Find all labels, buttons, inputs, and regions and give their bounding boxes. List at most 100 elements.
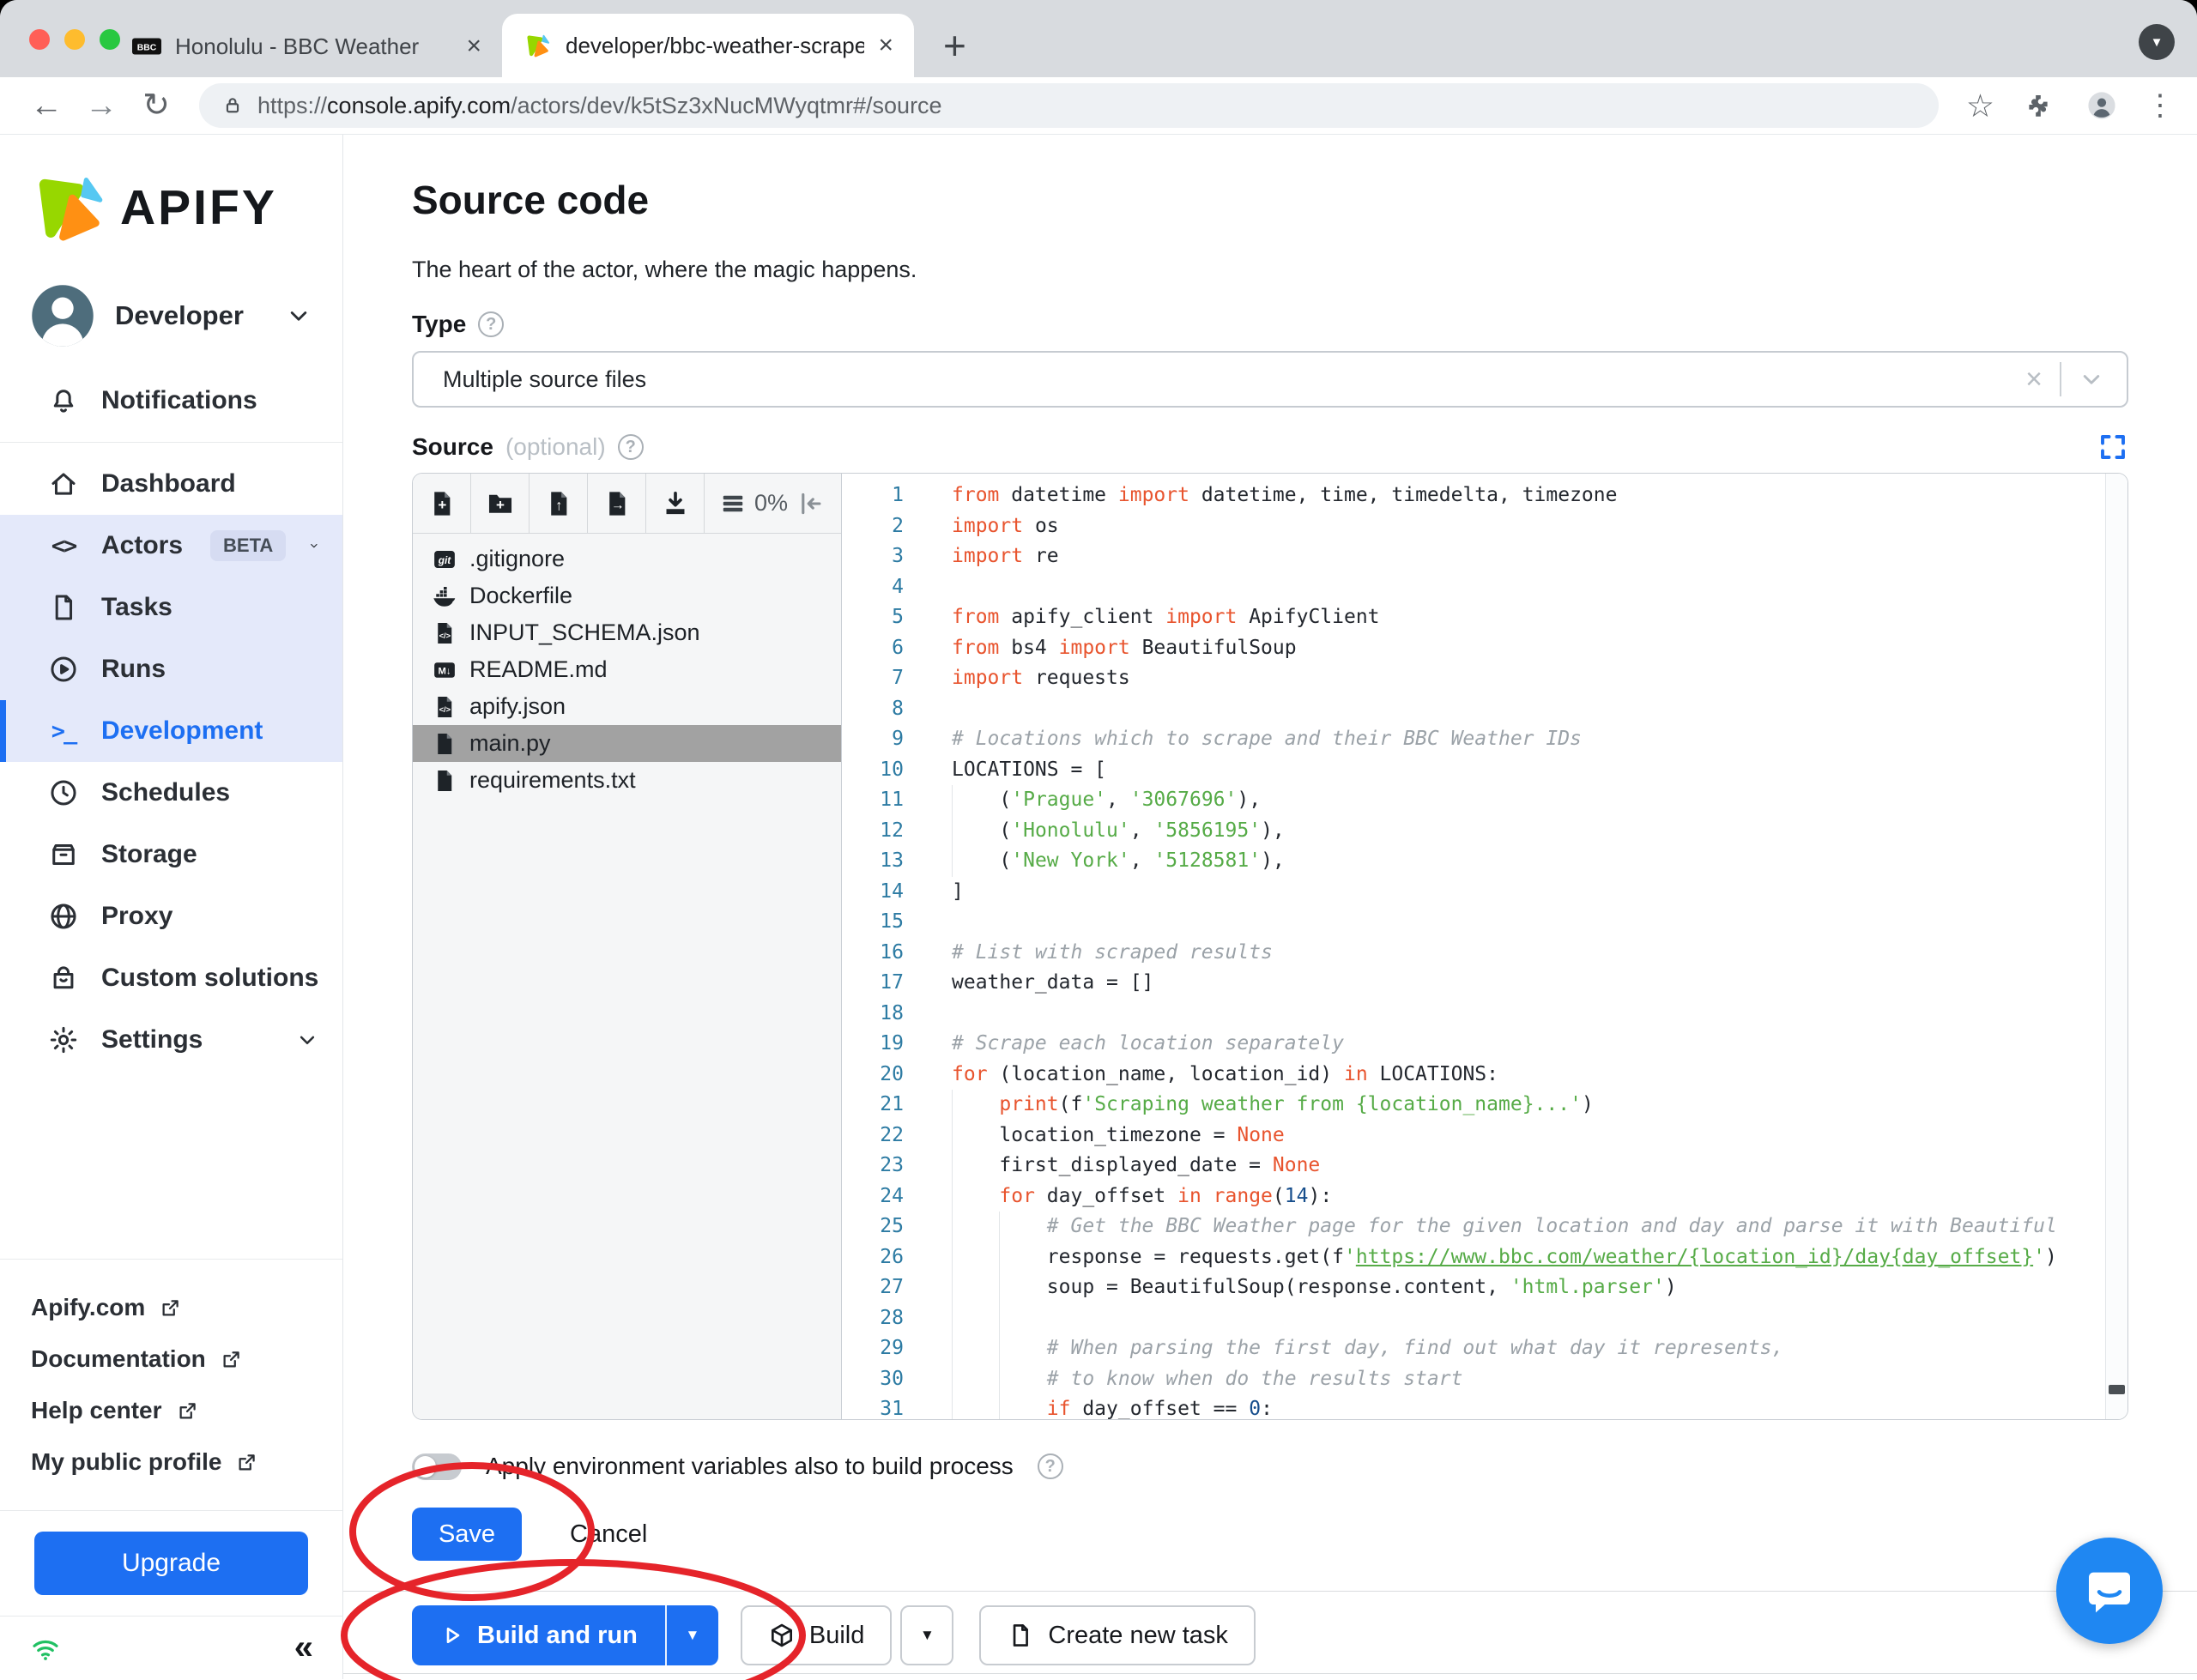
back-icon[interactable]: ←	[22, 89, 70, 122]
sidebar-item-tasks[interactable]: Tasks	[0, 577, 342, 638]
code-line[interactable]: 14]	[842, 877, 2127, 908]
select-chevron-down-icon[interactable]	[2077, 365, 2106, 394]
code-line[interactable]: 28	[842, 1302, 2127, 1333]
collapse-to-bar-icon[interactable]	[796, 489, 826, 518]
minimize-window-button[interactable]	[64, 29, 85, 50]
sidebar-item-schedules[interactable]: Schedules	[0, 762, 342, 824]
file-item-readme-md[interactable]: M↓ README.md	[413, 651, 841, 688]
close-tab-icon[interactable]: ×	[466, 32, 481, 61]
file-item-input-schema-json[interactable]: </> INPUT_SCHEMA.json	[413, 614, 841, 651]
tab-overview-button[interactable]: ▼	[2139, 24, 2175, 60]
help-question-icon[interactable]: ?	[1037, 1453, 1063, 1479]
code-line[interactable]: 19 # Scrape each location separately	[842, 1029, 2127, 1060]
sidebar-item-settings[interactable]: Settings	[0, 1009, 342, 1071]
save-button[interactable]: Save	[412, 1508, 522, 1561]
sidebar-link-apify-com[interactable]: Apify.com	[31, 1282, 312, 1333]
sidebar-item-runs[interactable]: Runs	[0, 638, 342, 700]
sidebar-item-actors[interactable]: <> Actors BETA	[0, 515, 342, 577]
code-line[interactable]: 27 soup = BeautifulSoup(response.content…	[842, 1272, 2127, 1303]
code-line[interactable]: 3 import re	[842, 541, 2127, 572]
code-line[interactable]: 31 if day_offset == 0:	[842, 1394, 2127, 1419]
code-line[interactable]: 13 ('New York', '5128581'),	[842, 846, 2127, 877]
code-line[interactable]: 2 import os	[842, 511, 2127, 542]
code-line[interactable]: 7 import requests	[842, 663, 2127, 694]
code-line[interactable]: 6 from bs4 import BeautifulSoup	[842, 633, 2127, 664]
bookmark-star-icon[interactable]: ☆	[1966, 88, 1994, 124]
code-line[interactable]: 30 # to know when do the results start	[842, 1363, 2127, 1394]
sidebar-item-development[interactable]: >_ Development	[0, 700, 342, 762]
code-line[interactable]: 12 ('Honolulu', '5856195'),	[842, 815, 2127, 846]
help-question-icon[interactable]: ?	[617, 434, 644, 460]
code-line[interactable]: 18	[842, 999, 2127, 1030]
file-item-dockerfile[interactable]: Dockerfile	[413, 577, 841, 614]
sidebar-item-proxy[interactable]: Proxy	[0, 885, 342, 947]
chat-bubble-button[interactable]	[2056, 1538, 2163, 1644]
code-line[interactable]: 17 weather_data = []	[842, 968, 2127, 999]
reload-icon[interactable]: ↻	[132, 89, 180, 122]
code-line[interactable]: 26 response = requests.get(f'https://www…	[842, 1242, 2127, 1272]
upload-file-button[interactable]: ↑	[530, 474, 588, 533]
close-window-button[interactable]	[29, 29, 50, 50]
code-line[interactable]: 20 for (location_name, location_id) in LO…	[842, 1060, 2127, 1091]
code-line[interactable]: 11 ('Prague', '3067696'),	[842, 785, 2127, 816]
code-line[interactable]: 15	[842, 907, 2127, 938]
sidebar-link-my-public-profile[interactable]: My public profile	[31, 1436, 312, 1488]
source-type-select[interactable]: Multiple source files ×	[412, 351, 2128, 408]
build-and-run-button[interactable]: Build and run	[412, 1605, 665, 1665]
import-file-button[interactable]: →	[588, 474, 646, 533]
address-bar[interactable]: https://console.apify.com/actors/dev/k5t…	[199, 83, 1939, 128]
code-line[interactable]: 24 for day_offset in range(14):	[842, 1181, 2127, 1212]
file-item-gitignore[interactable]: git .gitignore	[413, 541, 841, 577]
create-new-task-button[interactable]: Create new task	[979, 1605, 1256, 1665]
new-tab-button[interactable]: +	[943, 26, 966, 65]
sidebar-item-dashboard[interactable]: Dashboard	[0, 453, 342, 515]
help-question-icon[interactable]: ?	[478, 311, 505, 337]
file-item-main-py[interactable]: main.py	[413, 725, 841, 762]
code-line[interactable]: 16 # List with scraped results	[842, 938, 2127, 969]
sidebar-item-storage[interactable]: Storage	[0, 824, 342, 885]
sidebar-link-help-center[interactable]: Help center	[31, 1385, 312, 1436]
apify-logo[interactable]: APIFY	[0, 135, 342, 263]
close-tab-icon[interactable]: ×	[878, 31, 893, 60]
code-line[interactable]: 29 # When parsing the first day, find ou…	[842, 1333, 2127, 1364]
code-line[interactable]: 4	[842, 572, 2127, 603]
download-button[interactable]	[646, 474, 705, 533]
file-item-apify-json[interactable]: </> apify.json	[413, 688, 841, 725]
code-line[interactable]: 25 # Get the BBC Weather page for the gi…	[842, 1212, 2127, 1242]
account-switcher[interactable]: Developer	[0, 263, 342, 370]
collapse-sidebar-button[interactable]: «	[294, 1629, 313, 1667]
code-line[interactable]: 8	[842, 694, 2127, 725]
sidebar-link-documentation[interactable]: Documentation	[31, 1333, 312, 1385]
code-line[interactable]: 22 location_timezone = None	[842, 1120, 2127, 1151]
build-dropdown-button[interactable]: ▼	[900, 1605, 954, 1665]
browser-profile-avatar[interactable]	[2084, 88, 2120, 124]
code-line[interactable]: 23 first_displayed_date = None	[842, 1151, 2127, 1181]
sidebar-item-custom-solutions[interactable]: Custom solutions	[0, 947, 342, 1009]
fullscreen-expand-icon[interactable]	[2097, 432, 2128, 462]
new-file-button[interactable]: +	[413, 474, 471, 533]
code-line[interactable]: 5 from apify_client import ApifyClient	[842, 602, 2127, 633]
tab-apify-console[interactable]: developer/bbc-weather-scrape ×	[502, 14, 914, 77]
forward-icon[interactable]: →	[77, 89, 125, 122]
extensions-puzzle-icon[interactable]	[2020, 88, 2056, 124]
sidebar-item-notifications[interactable]: Notifications	[0, 370, 342, 432]
file-item-requirements-txt[interactable]: requirements.txt	[413, 762, 841, 799]
upgrade-button[interactable]: Upgrade	[34, 1532, 308, 1595]
build-and-run-dropdown-button[interactable]: ▼	[664, 1605, 718, 1665]
maximize-window-button[interactable]	[100, 29, 120, 50]
build-button[interactable]: Build	[740, 1605, 893, 1665]
env-variables-toggle[interactable]	[412, 1453, 462, 1480]
new-folder-button[interactable]: +	[471, 474, 530, 533]
cancel-button[interactable]: Cancel	[570, 1520, 647, 1549]
scrollbar-thumb[interactable]	[2109, 1385, 2125, 1394]
code-line[interactable]: 10 LOCATIONS = [	[842, 755, 2127, 786]
tab-bbc-weather[interactable]: BBC Honolulu - BBC Weather ×	[112, 15, 502, 77]
code-pane[interactable]: 1 from datetime import datetime, time, ti…	[842, 474, 2127, 1419]
zoom-control[interactable]: 0%	[705, 474, 841, 533]
code-line[interactable]: 1 from datetime import datetime, time, ti…	[842, 480, 2127, 511]
browser-menu-icon[interactable]: ⋮	[2146, 88, 2175, 123]
code-line[interactable]: 21 print(f'Scraping weather from {locati…	[842, 1090, 2127, 1121]
code-line[interactable]: 9 # Locations which to scrape and their B…	[842, 724, 2127, 755]
clear-select-icon[interactable]: ×	[2008, 363, 2060, 396]
editor-scrollbar[interactable]	[2105, 474, 2127, 1419]
